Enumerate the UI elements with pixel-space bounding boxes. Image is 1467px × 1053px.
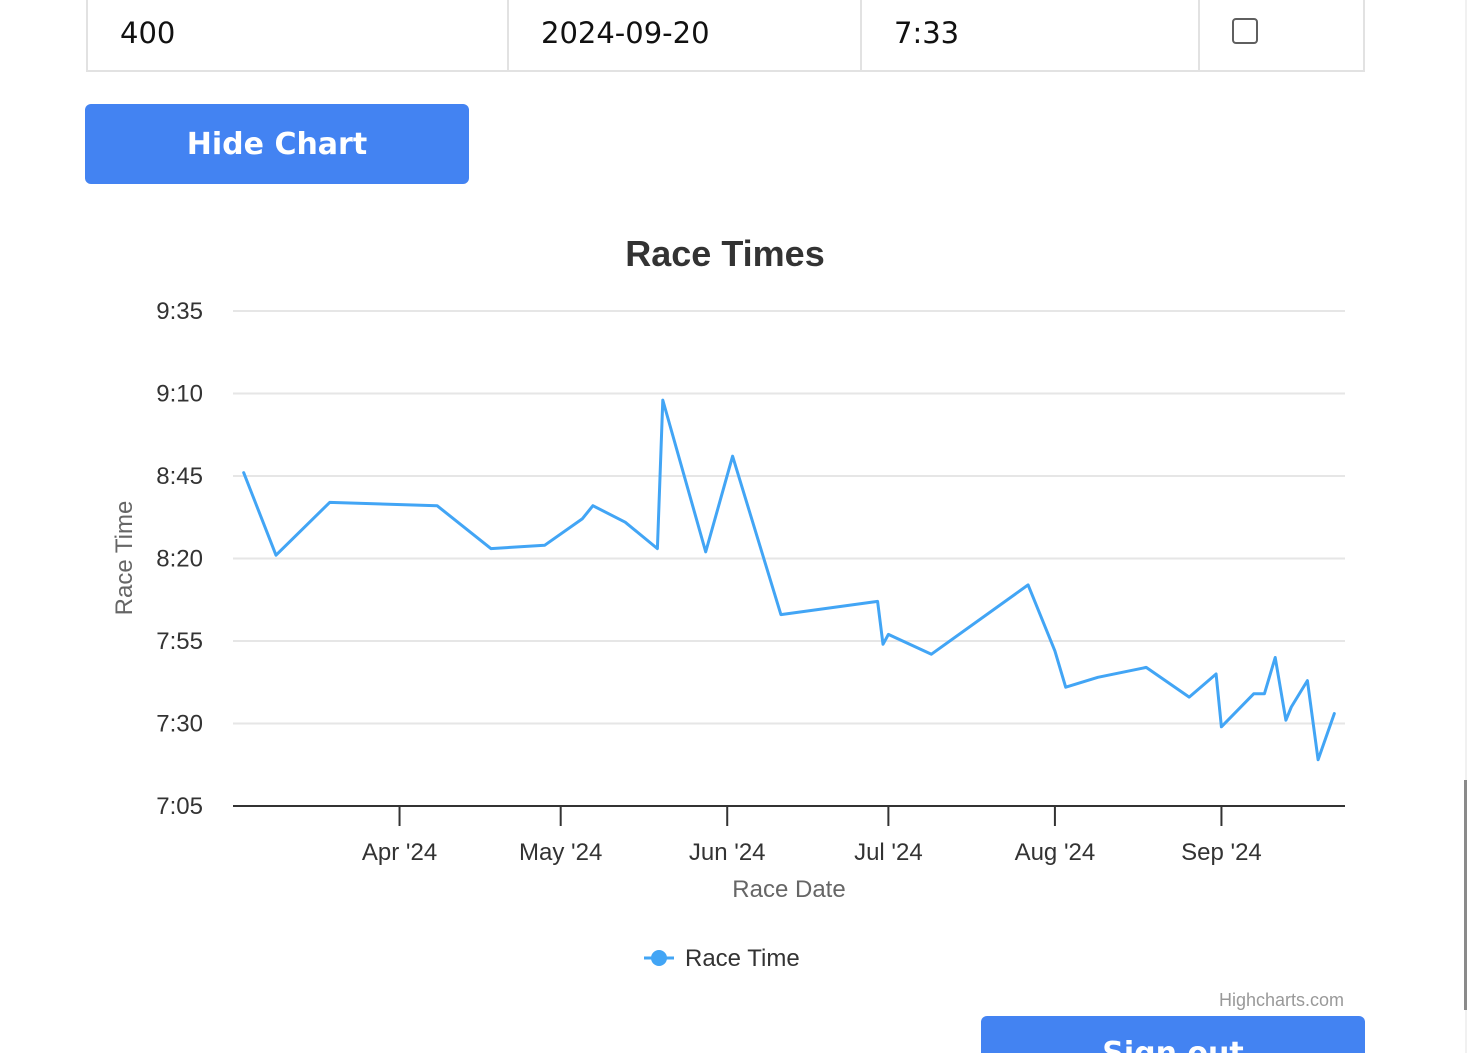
chart-title: Race Times [625,233,824,274]
y-axis-labels: 7:05 7:30 7:55 8:20 8:45 9:10 9:35 [156,298,203,820]
chart-container: 7:05 7:30 7:55 8:20 8:45 9:10 9:35 Apr '24 May … [0,0,1467,1053]
credits-link[interactable]: Highcharts.com [1219,990,1344,1010]
y-axis-title: Race Time [111,501,138,616]
race-times-chart: 7:05 7:30 7:55 8:20 8:45 9:10 9:35 Apr '24 May … [111,233,1345,1010]
x-tick-label: Apr '24 [362,839,437,866]
y-gridlines [233,310,1345,725]
x-axis-title: Race Date [732,876,845,903]
y-tick-label: 7:55 [156,628,203,655]
x-axis-labels: Apr '24 May '24 Jun '24 Jul '24 Aug '24 Sep '… [362,839,1262,866]
y-tick-label: 7:30 [156,711,203,738]
y-tick-label: 8:45 [156,463,203,490]
x-tick-label: Aug '24 [1015,839,1096,866]
legend-item-race-time[interactable]: Race Time [685,945,800,972]
sign-out-button[interactable]: Sign out [981,1016,1365,1053]
x-axis [233,805,1345,826]
x-tick-label: Jul '24 [854,839,923,866]
legend-symbol-marker [651,950,667,966]
legend[interactable]: Race Time [644,945,800,972]
x-tick-label: Jun '24 [689,839,766,866]
x-tick-label: Sep '24 [1181,839,1262,866]
y-tick-label: 9:10 [156,381,203,408]
x-tick-label: May '24 [519,839,602,866]
series-line-race-time[interactable] [242,398,1336,762]
y-tick-label: 8:20 [156,546,203,573]
y-tick-label: 7:05 [156,793,203,820]
y-tick-label: 9:35 [156,298,203,325]
